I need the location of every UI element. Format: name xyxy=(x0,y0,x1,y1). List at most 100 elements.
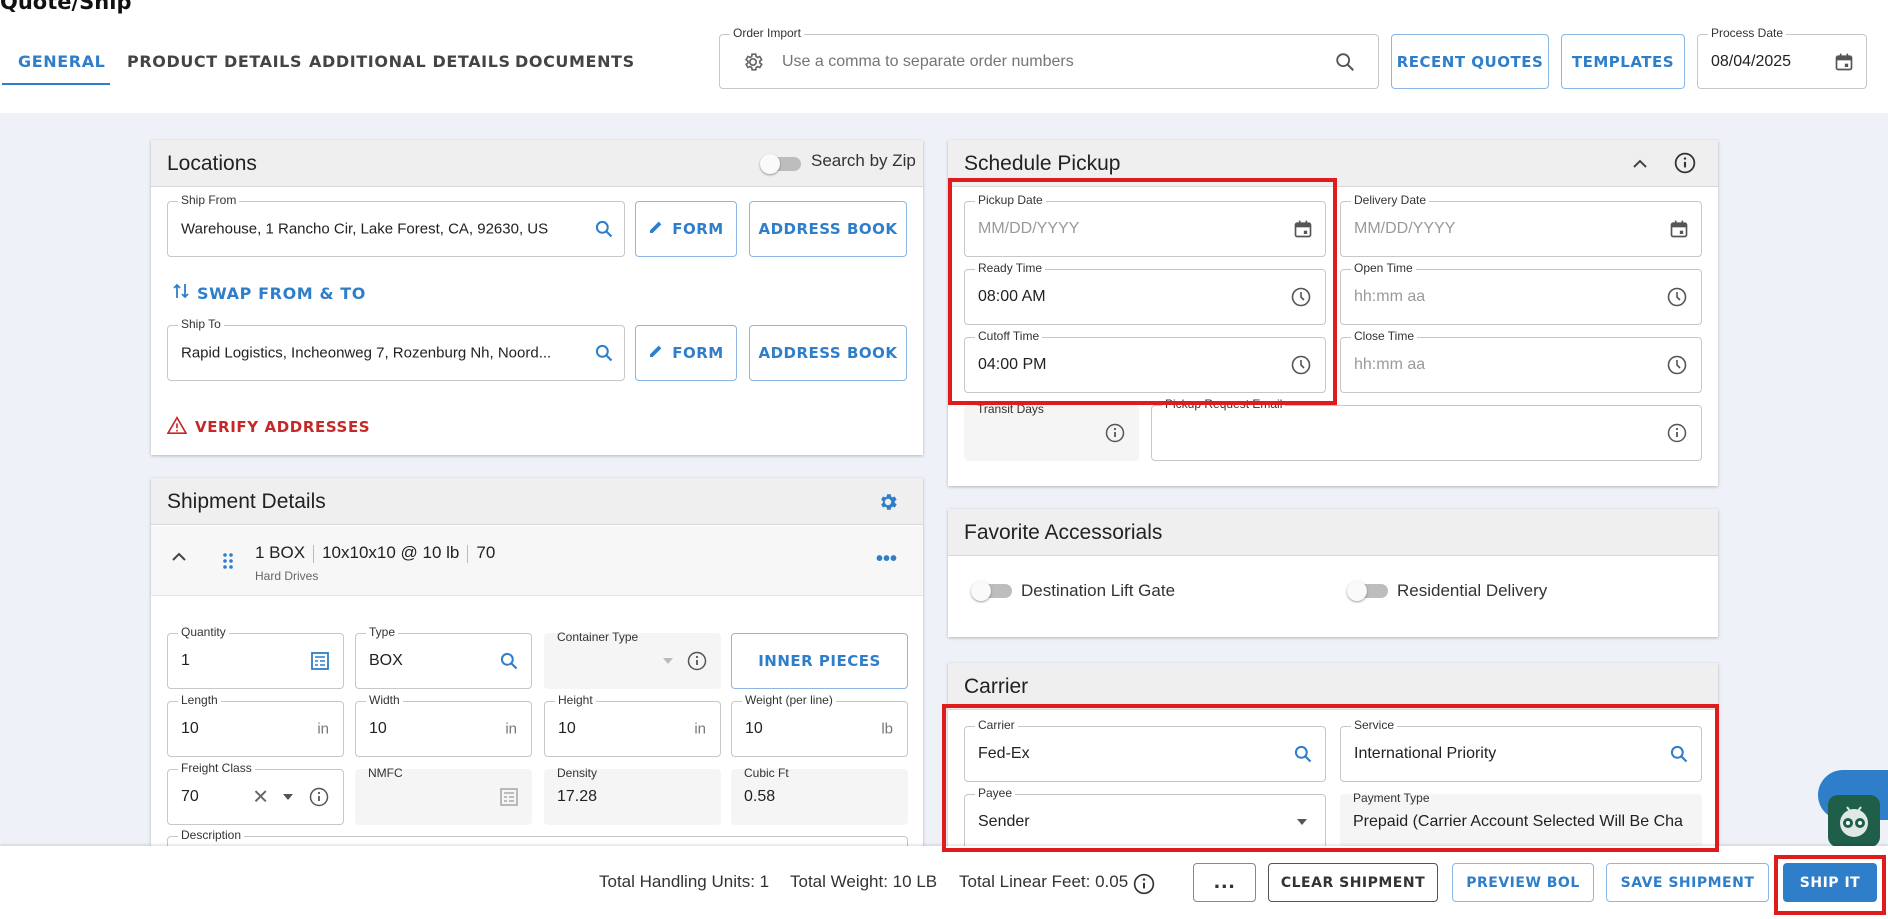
pickup-request-email-field[interactable]: Pickup Request Email xyxy=(1151,397,1702,461)
preview-bol-button[interactable]: PREVIEW BOL xyxy=(1452,863,1594,902)
open-time-field[interactable]: Open Time hh:mm aa xyxy=(1340,261,1702,325)
search-icon[interactable] xyxy=(1669,744,1689,764)
weight-field[interactable]: Weight (per line) 10 lb xyxy=(731,693,908,757)
info-icon[interactable] xyxy=(687,651,707,671)
quantity-field[interactable]: Quantity 1 xyxy=(167,625,344,689)
search-icon[interactable] xyxy=(499,651,519,671)
item-description: Hard Drives xyxy=(255,569,319,583)
tab-product-details[interactable]: PRODUCT DETAILS xyxy=(127,52,302,71)
calendar-icon[interactable] xyxy=(1669,219,1689,239)
search-icon[interactable] xyxy=(594,343,614,363)
calendar-icon[interactable] xyxy=(1293,219,1313,239)
item-dims: 10x10x10 @ 10 lb xyxy=(322,543,460,562)
clear-shipment-button[interactable]: CLEAR SHIPMENT xyxy=(1268,863,1438,902)
search-by-zip-toggle[interactable] xyxy=(760,154,801,174)
service-field[interactable]: Service International Priority xyxy=(1340,718,1702,782)
payee-label: Payee xyxy=(975,786,1016,800)
order-import-input[interactable] xyxy=(780,47,1300,77)
shipment-item-row[interactable]: 1 BOX 10x10x10 @ 10 lb 70 Hard Drives ••• xyxy=(151,526,923,596)
footer-bar: Total Handling Units: 1 Total Weight: 10… xyxy=(0,846,1888,919)
ready-time-field[interactable]: Ready Time 08:00 AM xyxy=(964,261,1326,325)
ship-to-field[interactable]: Ship To Rapid Logistics, Incheonweg 7, R… xyxy=(167,317,625,381)
close-time-field[interactable]: Close Time hh:mm aa xyxy=(1340,329,1702,393)
search-icon[interactable] xyxy=(1334,51,1356,73)
ready-time-label: Ready Time xyxy=(975,261,1046,275)
clear-icon[interactable]: ✕ xyxy=(252,785,269,810)
freight-class-field[interactable]: Freight Class 70 ✕ xyxy=(167,761,344,825)
calculator-icon[interactable] xyxy=(311,652,329,670)
cutoff-time-field[interactable]: Cutoff Time 04:00 PM xyxy=(964,329,1326,393)
settings-icon[interactable] xyxy=(877,491,899,518)
container-type-field[interactable]: Container Type xyxy=(544,630,721,689)
ready-time-value: 08:00 AM xyxy=(978,288,1046,305)
save-shipment-button[interactable]: SAVE SHIPMENT xyxy=(1606,863,1769,902)
freight-class-label: Freight Class xyxy=(178,761,255,775)
verify-addresses-button[interactable]: VERIFY ADDRESSES xyxy=(166,416,370,438)
length-field[interactable]: Length 10 in xyxy=(167,693,344,757)
density-label: Density xyxy=(557,766,598,780)
info-icon[interactable] xyxy=(1674,152,1696,179)
tab-documents[interactable]: DOCUMENTS xyxy=(515,52,635,71)
destination-lift-gate-toggle[interactable] xyxy=(971,581,1012,601)
type-field[interactable]: Type BOX xyxy=(355,625,532,689)
width-field[interactable]: Width 10 in xyxy=(355,693,532,757)
height-field[interactable]: Height 10 in xyxy=(544,693,721,757)
clock-icon[interactable] xyxy=(1667,355,1687,375)
assistant-robot-icon[interactable] xyxy=(1828,795,1880,847)
form-label: FORM xyxy=(672,220,724,238)
clock-icon[interactable] xyxy=(1291,287,1311,307)
pencil-icon xyxy=(648,343,664,363)
tab-general[interactable]: GENERAL xyxy=(18,52,105,71)
search-icon[interactable] xyxy=(594,219,614,239)
gear-icon[interactable] xyxy=(742,51,764,73)
swap-from-to-button[interactable]: SWAP FROM & TO xyxy=(173,282,366,304)
drag-handle-icon[interactable] xyxy=(222,552,234,575)
chevron-down-icon[interactable] xyxy=(1297,819,1307,825)
chevron-up-icon[interactable] xyxy=(1633,156,1647,174)
tab-additional-details[interactable]: ADDITIONAL DETAILS xyxy=(309,52,511,71)
chevron-down-icon[interactable] xyxy=(663,658,673,664)
order-import-field[interactable]: Order Import xyxy=(719,26,1379,89)
cutoff-time-value: 04:00 PM xyxy=(978,356,1047,373)
clock-icon[interactable] xyxy=(1291,355,1311,375)
info-icon[interactable] xyxy=(1667,423,1687,443)
page-title: Quote/Ship xyxy=(0,0,132,14)
payment-type-field[interactable]: Payment Type Prepaid (Carrier Account Se… xyxy=(1340,791,1702,850)
total-weight: Total Weight: 10 LB xyxy=(790,872,938,891)
clock-icon[interactable] xyxy=(1667,287,1687,307)
more-actions-button[interactable]: ... xyxy=(1193,863,1256,902)
info-icon[interactable] xyxy=(309,787,329,807)
freight-class-value: 70 xyxy=(181,788,199,805)
payee-field[interactable]: Payee Sender xyxy=(964,786,1326,850)
ship-it-button[interactable]: SHIP IT xyxy=(1783,863,1877,902)
search-icon[interactable] xyxy=(1293,744,1313,764)
transit-days-label: Transit Days xyxy=(977,402,1044,416)
process-date-field[interactable]: Process Date 08/04/2025 xyxy=(1697,26,1867,89)
calendar-icon[interactable] xyxy=(1834,52,1854,72)
pickup-date-field[interactable]: Pickup Date MM/DD/YYYY xyxy=(964,193,1326,257)
close-time-placeholder: hh:mm aa xyxy=(1354,356,1426,373)
payee-value: Sender xyxy=(978,813,1030,830)
calculator-icon[interactable] xyxy=(500,788,518,806)
carrier-field[interactable]: Carrier Fed-Ex xyxy=(964,718,1326,782)
ship-from-address-book-button[interactable]: ADDRESS BOOK xyxy=(749,201,907,257)
info-icon[interactable] xyxy=(1105,423,1125,443)
ship-from-form-button[interactable]: FORM xyxy=(635,201,737,257)
templates-button[interactable]: TEMPLATES xyxy=(1561,34,1685,89)
ship-from-field[interactable]: Ship From Warehouse, 1 Rancho Cir, Lake … xyxy=(167,193,625,257)
width-label: Width xyxy=(366,693,403,707)
info-icon[interactable] xyxy=(1133,873,1155,900)
nmfc-field[interactable]: NMFC xyxy=(355,766,532,825)
chevron-up-icon[interactable] xyxy=(171,550,187,568)
ship-to-form-button[interactable]: FORM xyxy=(635,325,737,381)
locations-header: Locations Search by Zip xyxy=(151,140,923,187)
delivery-date-field[interactable]: Delivery Date MM/DD/YYYY xyxy=(1340,193,1702,257)
locations-card: Locations Search by Zip Ship From Wareho… xyxy=(151,140,923,455)
recent-quotes-button[interactable]: RECENT QUOTES xyxy=(1391,34,1549,89)
residential-delivery-toggle[interactable] xyxy=(1347,581,1388,601)
inner-pieces-button[interactable]: INNER PIECES xyxy=(731,633,908,689)
more-options-icon[interactable]: ••• xyxy=(876,548,897,571)
open-time-placeholder: hh:mm aa xyxy=(1354,288,1426,305)
ship-to-address-book-button[interactable]: ADDRESS BOOK xyxy=(749,325,907,381)
chevron-down-icon[interactable] xyxy=(283,794,293,800)
